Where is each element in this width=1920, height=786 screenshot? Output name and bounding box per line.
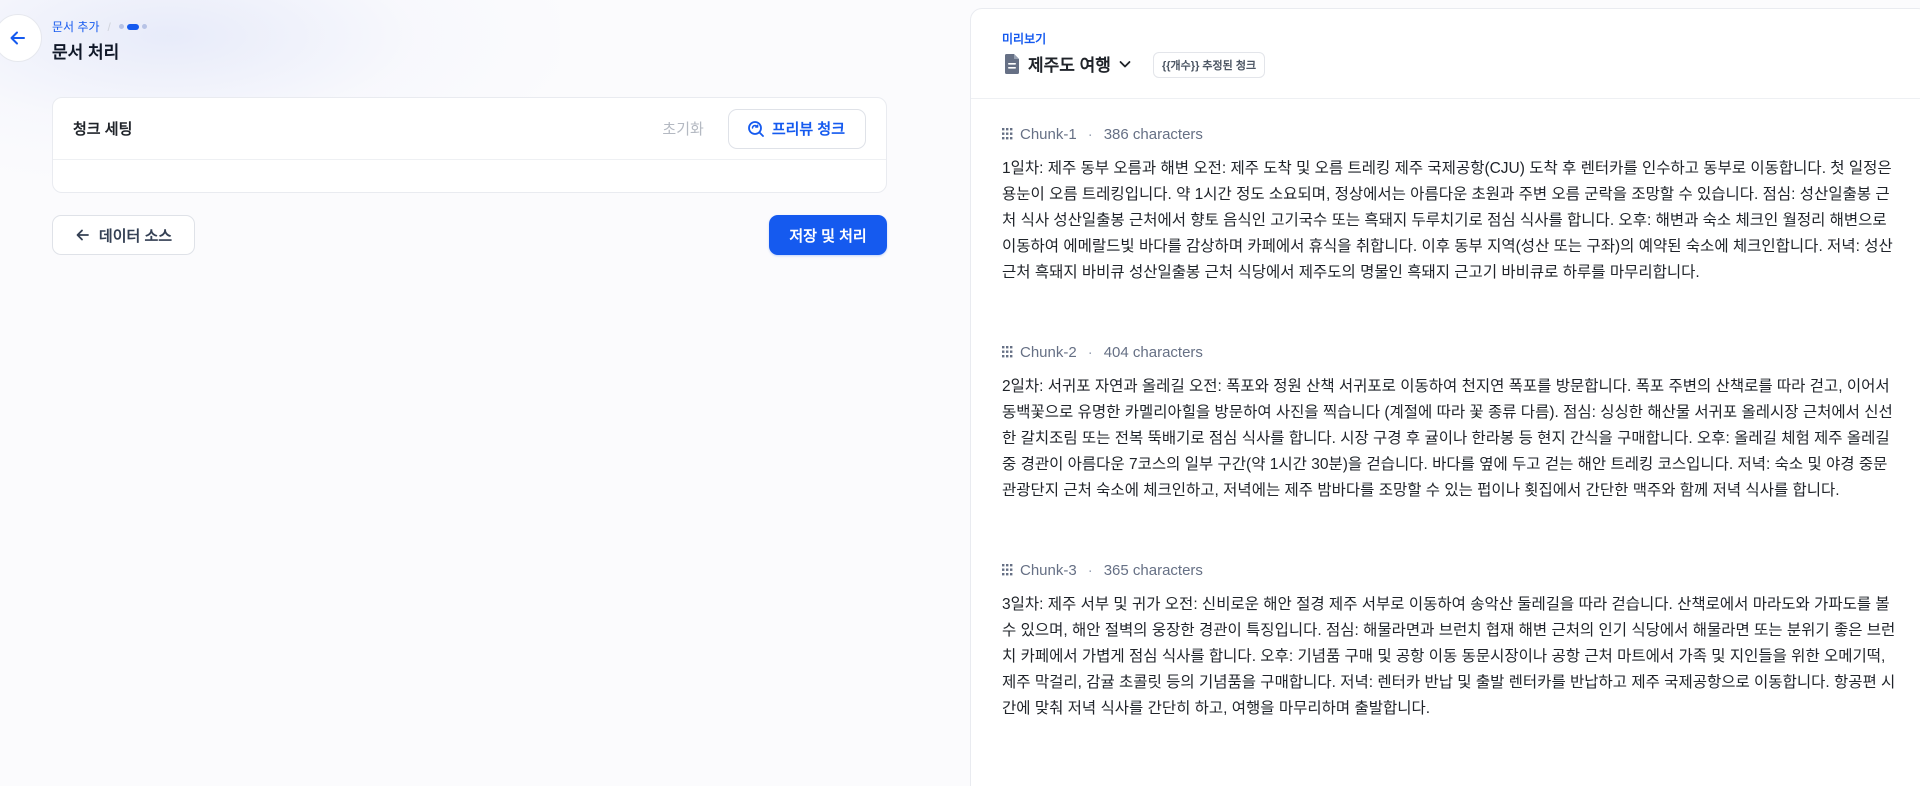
page-title: 문서 처리	[52, 43, 120, 62]
separator-dot: ·	[1087, 561, 1093, 579]
data-source-button[interactable]: 데이터 소스	[52, 215, 195, 255]
chunk-char-count: 404 characters	[1103, 343, 1203, 361]
breadcrumb-label[interactable]: 문서 추가	[52, 18, 100, 35]
chunk-text: 1일차: 제주 동부 오름과 해변 오전: 제주 도착 및 오름 트레킹 제주 …	[1002, 160, 1893, 281]
grid-dots-icon	[1002, 346, 1013, 358]
chevron-down-icon	[1119, 60, 1131, 67]
chunk-name: Chunk-1	[1020, 125, 1077, 143]
save-and-process-button[interactable]: 저장 및 처리	[769, 215, 887, 255]
chunk-item: Chunk-3 · 365 characters 3일차: 제주 서부 및 귀가…	[1002, 560, 1902, 722]
preview-panel: 미리보기 제주도 여행 {{개수}} 추정된 청크 Chunk-1 · 386 …	[970, 8, 1920, 786]
chunk-settings-card: 청크 세팅 초기화 프리뷰 청크	[52, 97, 887, 193]
chunk-char-count: 386 characters	[1103, 125, 1203, 143]
step-dot-active	[126, 23, 139, 30]
chunk-meta: Chunk-1 · 386 characters	[1002, 124, 1902, 144]
chunk-text: 2일차: 서귀포 자연과 올레길 오전: 폭포와 정원 산책 서귀포로 이동하여…	[1002, 378, 1893, 499]
chunk-text: 3일차: 제주 서부 및 귀가 오전: 신비로운 해안 절경 제주 서부로 이동…	[1002, 596, 1896, 717]
reset-button[interactable]: 초기화	[662, 118, 703, 139]
preview-label: 미리보기	[1002, 32, 1047, 46]
preview-chunk-label: 프리뷰 청크	[771, 121, 845, 138]
chunk-settings-header: 청크 세팅 초기화 프리뷰 청크	[53, 98, 886, 160]
step-dot	[141, 24, 147, 29]
separator-dot: ·	[1087, 125, 1093, 143]
preview-header: 미리보기 제주도 여행 {{개수}} 추정된 청크	[971, 9, 1920, 99]
estimated-chunks-badge: {{개수}} 추정된 청크	[1153, 52, 1266, 78]
breadcrumb-separator: /	[107, 19, 111, 34]
separator-dot: ·	[1087, 343, 1093, 361]
search-refresh-icon	[747, 120, 764, 137]
chunk-item: Chunk-1 · 386 characters 1일차: 제주 동부 오름과 …	[1002, 124, 1902, 286]
chunk-name: Chunk-3	[1020, 561, 1077, 579]
step-dot	[118, 24, 124, 29]
grid-dots-icon	[1002, 564, 1013, 576]
data-source-label: 데이터 소스	[98, 227, 173, 245]
grid-dots-icon	[1002, 128, 1013, 140]
document-icon	[1005, 53, 1019, 74]
chunk-settings-title: 청크 세팅	[73, 121, 133, 138]
chunk-meta: Chunk-3 · 365 characters	[1002, 560, 1902, 580]
arrow-left-icon	[10, 31, 25, 45]
chunk-meta: Chunk-2 · 404 characters	[1002, 342, 1902, 362]
preview-chunk-button[interactable]: 프리뷰 청크	[727, 108, 866, 149]
breadcrumb: 문서 추가 /	[52, 18, 147, 35]
document-name: 제주도 여행	[1028, 56, 1111, 75]
chunk-char-count: 365 characters	[1103, 561, 1203, 579]
chunk-item: Chunk-2 · 404 characters 2일차: 서귀포 자연과 올레…	[1002, 342, 1902, 504]
chunk-name: Chunk-2	[1020, 343, 1077, 361]
document-select[interactable]: 제주도 여행	[1002, 51, 1133, 76]
step-indicator	[118, 23, 147, 30]
arrow-left-icon	[76, 229, 89, 241]
